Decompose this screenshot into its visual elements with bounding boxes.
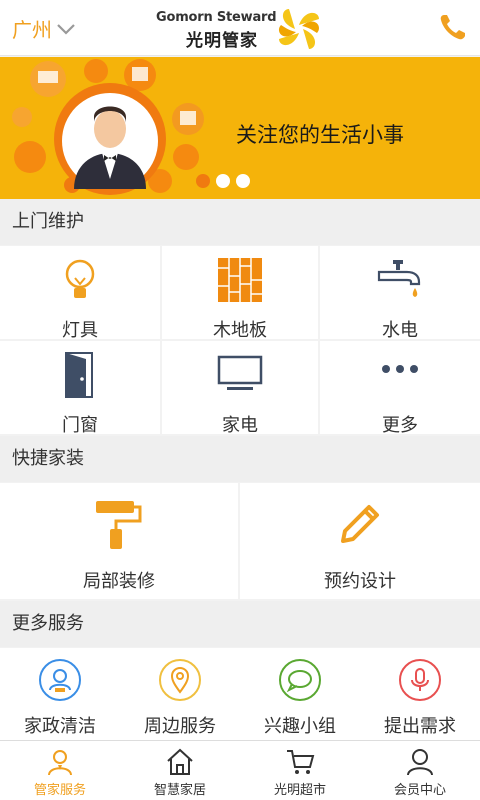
service-label: 更多 bbox=[382, 415, 418, 436]
chat-bubble-icon bbox=[279, 659, 321, 701]
service-label: 木地板 bbox=[213, 320, 267, 341]
bottom-tab-bar: 管家服务 智慧家居 光明超市 会员中心 bbox=[0, 740, 480, 800]
carousel-dot-1[interactable] bbox=[196, 174, 210, 188]
logo-text-en: Gomorn Steward bbox=[156, 10, 277, 25]
tab-steward-service[interactable]: 管家服务 bbox=[0, 741, 120, 800]
service-label: 周边服务 bbox=[144, 716, 216, 737]
tab-smart-home[interactable]: 智慧家居 bbox=[120, 741, 240, 800]
service-bulb[interactable]: 灯具 bbox=[0, 246, 160, 341]
service-label: 水电 bbox=[382, 320, 418, 341]
service-label: 局部装修 bbox=[83, 571, 155, 592]
section-title-maintenance: 上门维护 bbox=[0, 199, 480, 245]
logo-mark-icon bbox=[278, 9, 320, 49]
service-label: 灯具 bbox=[62, 320, 98, 341]
service-label: 家政清洁 bbox=[24, 716, 96, 737]
tab-label: 管家服务 bbox=[33, 783, 86, 798]
location-pin-icon bbox=[159, 659, 201, 701]
carousel-dot-3[interactable] bbox=[236, 174, 250, 188]
section-title-more: 更多服务 bbox=[0, 601, 480, 647]
microphone-icon bbox=[399, 659, 441, 701]
service-wood-floor[interactable]: 木地板 bbox=[162, 246, 318, 341]
carousel-dot-2[interactable] bbox=[216, 174, 230, 188]
tab-label: 智慧家居 bbox=[153, 783, 206, 798]
paint-roller-icon bbox=[96, 501, 142, 549]
tab-supermarket[interactable]: 光明超市 bbox=[240, 741, 360, 800]
service-label: 门窗 bbox=[62, 415, 98, 436]
city-label: 广州 bbox=[12, 18, 52, 42]
carousel-dots bbox=[196, 174, 250, 188]
wood-floor-icon bbox=[218, 258, 262, 302]
service-label: 家电 bbox=[222, 415, 258, 436]
service-submit-request[interactable]: 提出需求 bbox=[360, 648, 480, 740]
service-label: 提出需求 bbox=[384, 716, 456, 737]
user-icon bbox=[407, 749, 433, 776]
banner-slogan: 关注您的生活小事 bbox=[236, 123, 404, 147]
service-nearby[interactable]: 周边服务 bbox=[120, 648, 240, 740]
steward-icon bbox=[48, 750, 72, 776]
city-selector[interactable]: 广州 bbox=[12, 14, 76, 43]
home-icon bbox=[167, 748, 193, 775]
service-book-design[interactable]: 预约设计 bbox=[240, 483, 480, 599]
service-faucet[interactable]: 水电 bbox=[320, 246, 480, 341]
service-cleaning[interactable]: 家政清洁 bbox=[0, 648, 120, 740]
tab-label: 会员中心 bbox=[393, 783, 446, 798]
service-appliance[interactable]: 家电 bbox=[162, 341, 318, 436]
service-door[interactable]: 门窗 bbox=[0, 341, 160, 436]
door-icon bbox=[65, 352, 93, 398]
service-interest-group[interactable]: 兴趣小组 bbox=[240, 648, 360, 740]
phone-icon[interactable] bbox=[438, 12, 468, 42]
cleaner-icon bbox=[39, 659, 81, 701]
service-more[interactable]: 更多 bbox=[320, 341, 480, 436]
service-label: 预约设计 bbox=[324, 571, 396, 592]
promo-banner[interactable]: 关注您的生活小事 bbox=[0, 57, 480, 199]
tab-label: 光明超市 bbox=[273, 783, 326, 798]
pencil-icon bbox=[341, 505, 379, 543]
logo-text-cn: 光明管家 bbox=[186, 31, 258, 51]
section-title-decoration: 快捷家装 bbox=[0, 436, 480, 482]
faucet-icon bbox=[377, 260, 421, 297]
monitor-icon bbox=[217, 355, 263, 390]
bulb-icon bbox=[65, 259, 95, 298]
chevron-down-icon bbox=[57, 23, 75, 35]
brand-logo: Gomorn Steward 光明管家 bbox=[156, 4, 326, 52]
service-label: 兴趣小组 bbox=[264, 716, 336, 737]
app-header: 广州 Gomorn Steward 光明管家 bbox=[0, 0, 480, 56]
cart-icon bbox=[287, 750, 315, 774]
tab-member-center[interactable]: 会员中心 bbox=[360, 741, 480, 800]
more-icon bbox=[382, 365, 418, 373]
service-partial-renovation[interactable]: 局部装修 bbox=[0, 483, 238, 599]
